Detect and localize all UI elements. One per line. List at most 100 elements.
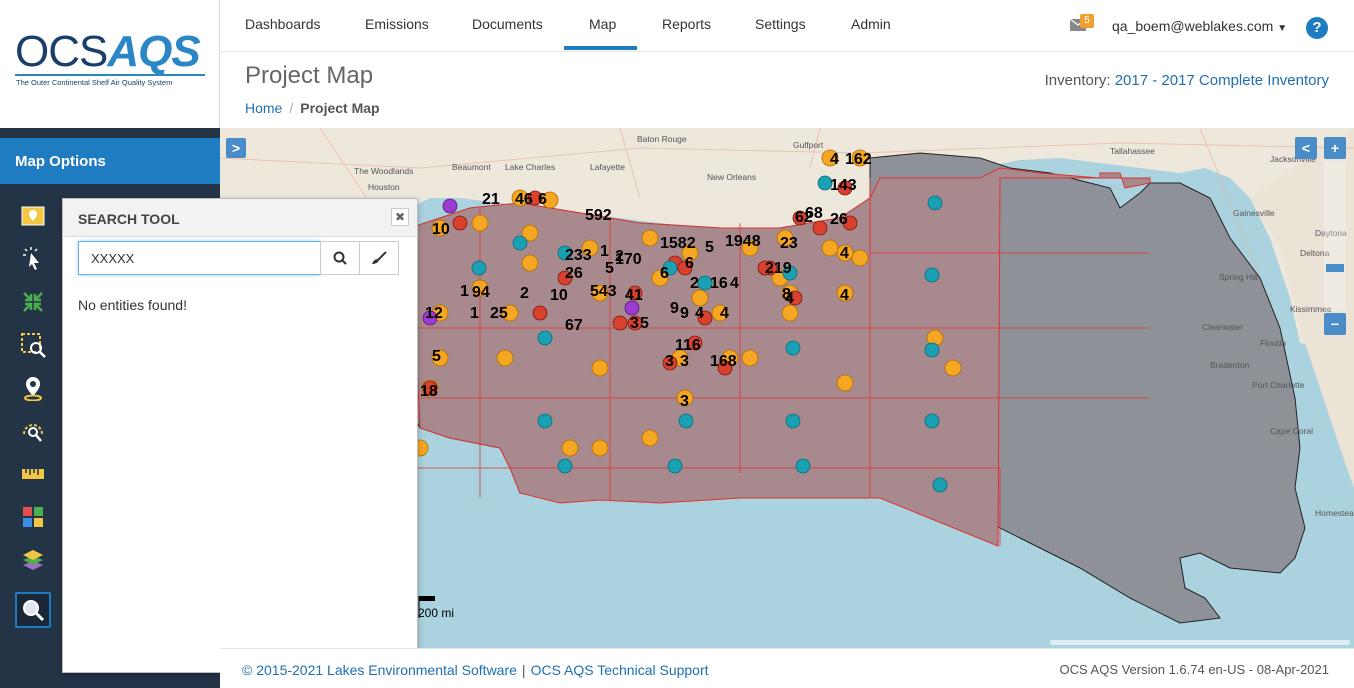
legend-grid-icon[interactable] (15, 499, 51, 535)
help-button[interactable]: ? (1306, 17, 1328, 39)
svg-text:Baton Rouge: Baton Rouge (637, 134, 687, 144)
search-tool-title: SEARCH TOOL (63, 199, 417, 237)
svg-text:Gainesville: Gainesville (1233, 208, 1275, 218)
version-info: OCS AQS Version 1.6.74 en-US - 08-Apr-20… (1059, 662, 1329, 677)
nav-admin[interactable]: Admin (851, 16, 891, 32)
svg-text:26: 26 (830, 211, 848, 228)
svg-text:168: 168 (710, 353, 737, 370)
expand-panel-button[interactable]: > (226, 138, 246, 158)
layers-icon[interactable] (15, 542, 51, 578)
close-button[interactable]: ✖ (391, 208, 409, 226)
svg-text:3: 3 (680, 353, 689, 370)
svg-text:Homestead: Homestead (1315, 508, 1354, 518)
svg-text:3: 3 (630, 315, 639, 332)
search-input[interactable] (78, 241, 321, 275)
svg-text:Beaumont: Beaumont (452, 162, 491, 172)
nav-documents[interactable]: Documents (472, 16, 543, 32)
collapse-panel-button[interactable]: < (1295, 137, 1317, 159)
svg-text:2: 2 (615, 248, 624, 265)
nav-dashboards[interactable]: Dashboards (245, 16, 321, 32)
zoom-in-button[interactable]: + (1324, 137, 1346, 159)
map-options-header[interactable]: Map Options (0, 138, 220, 184)
svg-text:67: 67 (565, 317, 583, 334)
svg-text:18: 18 (420, 383, 438, 400)
scale-label: 200 mi (418, 606, 455, 620)
ruler-icon[interactable] (15, 456, 51, 492)
svg-text:4: 4 (830, 151, 839, 168)
svg-text:1948: 1948 (725, 233, 761, 250)
svg-text:Spring Hill: Spring Hill (1219, 272, 1258, 282)
svg-text:Gulfport: Gulfport (793, 140, 824, 150)
map-scrollbar[interactable] (1050, 640, 1350, 645)
svg-text:Port Charlotte: Port Charlotte (1252, 380, 1305, 390)
nav-emissions[interactable]: Emissions (365, 16, 429, 32)
zoom-out-button[interactable]: − (1324, 313, 1346, 335)
svg-text:Tallahassee: Tallahassee (1110, 146, 1155, 156)
nav-settings[interactable]: Settings (755, 16, 806, 32)
support-link[interactable]: OCS AQS Technical Support (531, 662, 709, 678)
svg-text:543: 543 (590, 283, 617, 300)
svg-text:219: 219 (765, 260, 792, 277)
top-navigation: Dashboards Emissions Documents Map Repor… (220, 0, 1354, 52)
svg-text:New Orleans: New Orleans (707, 172, 756, 182)
svg-text:4: 4 (720, 305, 729, 322)
svg-text:592: 592 (585, 207, 612, 224)
svg-text:4: 4 (695, 305, 704, 322)
svg-text:68: 68 (805, 205, 823, 222)
svg-text:6: 6 (538, 191, 547, 208)
nav-reports[interactable]: Reports (662, 16, 711, 32)
logo-aqs: AQS (107, 27, 200, 76)
zoom-slider-handle[interactable] (1326, 264, 1344, 272)
svg-text:The Woodlands: The Woodlands (354, 166, 413, 176)
svg-text:5: 5 (605, 260, 614, 277)
svg-text:26: 26 (565, 265, 583, 282)
breadcrumb-separator: / (289, 100, 294, 116)
footer-separator: | (521, 662, 526, 678)
svg-text:12: 12 (425, 305, 443, 322)
svg-text:9: 9 (680, 305, 689, 322)
svg-text:Clearwater: Clearwater (1202, 322, 1243, 332)
search-icon (333, 251, 347, 265)
collapse-icon[interactable] (15, 284, 51, 320)
clear-search-button[interactable] (359, 241, 399, 275)
radius-search-icon[interactable] (15, 413, 51, 449)
svg-text:4: 4 (730, 275, 739, 292)
brand-logo[interactable]: OCSAQS The Outer Continental Shelf Air Q… (0, 0, 220, 128)
footer: © 2015-2021 Lakes Environmental Software… (220, 648, 1354, 688)
zoom-slider-track[interactable] (1324, 161, 1346, 311)
pointer-select-icon[interactable] (15, 241, 51, 277)
nav-active-indicator (564, 46, 637, 50)
area-search-icon[interactable] (15, 327, 51, 363)
map-marker-icon[interactable] (15, 198, 51, 234)
svg-text:4: 4 (840, 287, 849, 304)
svg-text:Cape Coral: Cape Coral (1270, 426, 1313, 436)
svg-text:Bradenton: Bradenton (1210, 360, 1249, 370)
logo-tagline: The Outer Continental Shelf Air Quality … (16, 78, 173, 87)
search-tool-panel: SEARCH TOOL ✖ No entities found! (62, 198, 418, 673)
search-icon[interactable] (15, 592, 51, 628)
breadcrumb: Home / Project Map (245, 100, 380, 116)
footer-links: © 2015-2021 Lakes Environmental Software… (242, 662, 709, 678)
svg-text:94: 94 (472, 284, 490, 301)
svg-text:1: 1 (600, 243, 609, 260)
svg-text:143: 143 (830, 177, 857, 194)
nav-map[interactable]: Map (589, 16, 616, 32)
logo-ocs: OCS (15, 27, 108, 76)
svg-text:3: 3 (680, 393, 689, 410)
user-email: qa_boem@weblakes.com (1112, 18, 1274, 34)
svg-text:46: 46 (515, 191, 533, 208)
inventory-label: Inventory: (1044, 72, 1111, 89)
svg-text:162: 162 (845, 151, 872, 168)
inventory-link[interactable]: 2017 - 2017 Complete Inventory (1115, 72, 1329, 89)
logo-wordmark: OCSAQS (15, 27, 201, 76)
breadcrumb-home[interactable]: Home (245, 100, 282, 116)
location-pin-icon[interactable] (15, 370, 51, 406)
search-button[interactable] (320, 241, 360, 275)
mail-count-badge: 5 (1080, 14, 1094, 28)
svg-text:4: 4 (840, 245, 849, 262)
scale-bar (419, 596, 435, 601)
user-menu[interactable]: qa_boem@weblakes.com ▼ (1112, 18, 1287, 34)
svg-text:5: 5 (640, 315, 649, 332)
company-link[interactable]: © 2015-2021 Lakes Environmental Software (242, 662, 517, 678)
svg-text:5: 5 (705, 239, 714, 256)
